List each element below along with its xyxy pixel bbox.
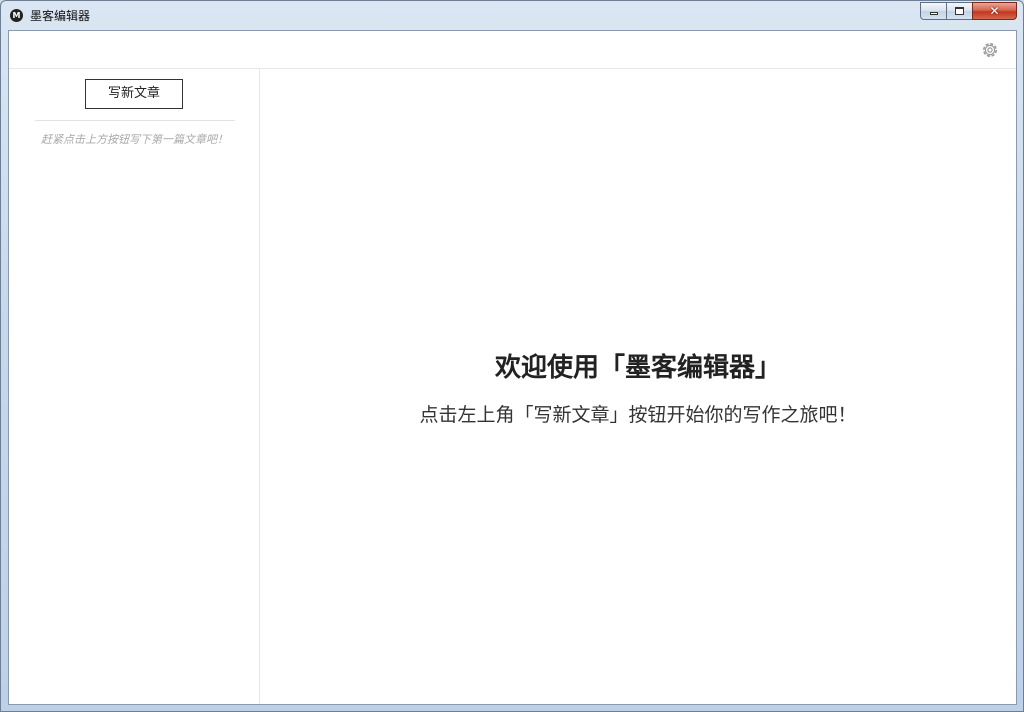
maximize-button[interactable]: [946, 2, 972, 20]
title-bar[interactable]: M 墨客编辑器 ✕: [1, 1, 1023, 30]
window-controls: ✕: [920, 2, 1017, 21]
maximize-icon: [955, 7, 964, 15]
minimize-icon: [929, 12, 938, 15]
app-logo-icon[interactable]: M: [10, 9, 23, 22]
close-icon: ✕: [989, 4, 1000, 18]
client-area: 写新文章 赶紧点击上方按钮写下第一篇文章吧！ 欢迎使用「墨客编辑器」 点击左上角…: [8, 30, 1017, 705]
close-button[interactable]: ✕: [972, 2, 1017, 20]
main-panel: 欢迎使用「墨客编辑器」 点击左上角「写新文章」按钮开始你的写作之旅吧！: [260, 69, 1016, 704]
empty-list-hint: 赶紧点击上方按钮写下第一篇文章吧！: [41, 133, 228, 146]
sidebar: 写新文章 赶紧点击上方按钮写下第一篇文章吧！: [9, 69, 260, 704]
sidebar-divider: [35, 120, 235, 121]
welcome-subtitle: 点击左上角「写新文章」按钮开始你的写作之旅吧！: [419, 404, 857, 426]
new-post-button[interactable]: 写新文章: [85, 79, 183, 109]
app-window: M 墨客编辑器 ✕ 写新文章 赶紧点击上方按钮写下第一篇文章吧！ 欢迎使用「墨客…: [0, 0, 1024, 712]
minimize-button[interactable]: [920, 2, 946, 20]
top-toolbar: [9, 31, 1016, 69]
gear-icon[interactable]: [980, 40, 1000, 60]
window-title: 墨客编辑器: [30, 9, 91, 23]
welcome-title: 欢迎使用「墨客编辑器」: [494, 353, 781, 383]
